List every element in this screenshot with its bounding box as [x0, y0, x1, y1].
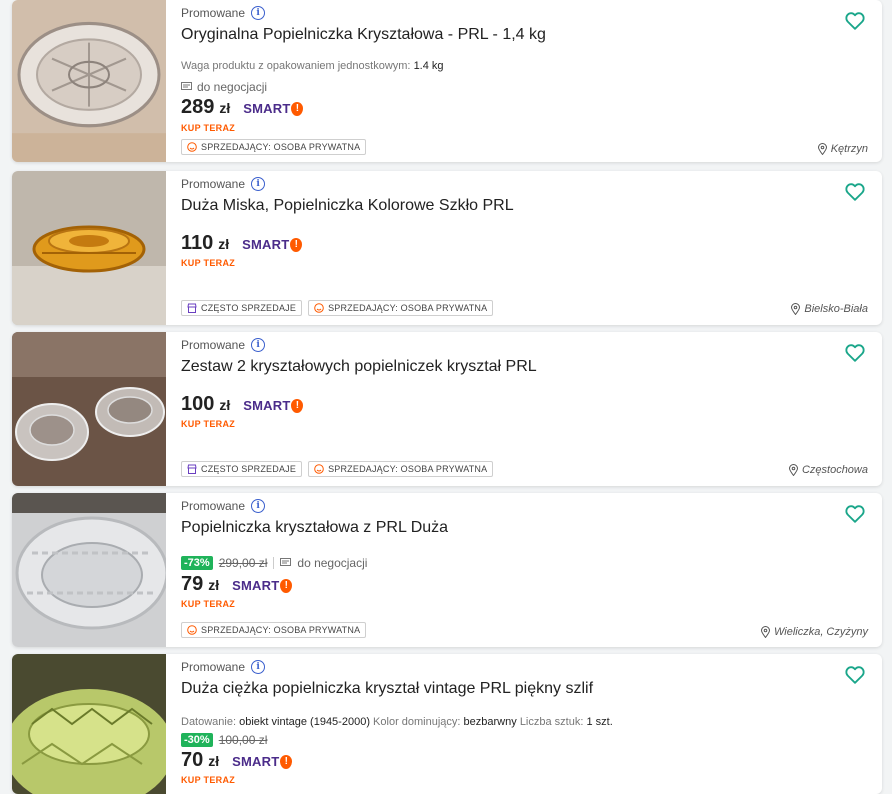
smiley-icon — [187, 142, 197, 152]
smart-icon: ! — [290, 237, 303, 252]
listing-card[interactable]: Promowane i Oryginalna Popielniczka Krys… — [12, 0, 882, 162]
heart-outline-icon[interactable] — [844, 503, 866, 525]
buy-now-label: KUP TERAZ — [181, 123, 236, 133]
location: Bielsko-Biała — [791, 303, 868, 315]
smart-badge: SMART! — [243, 398, 304, 413]
seller-tags: SPRZEDAJĄCY: OSOBA PRYWATNA — [181, 139, 367, 155]
price: 289 — [181, 96, 215, 118]
listing-image[interactable] — [12, 171, 166, 325]
promoted-label: Promowane i — [181, 338, 266, 352]
price-row: 289 zł SMART! — [181, 96, 304, 119]
smart-badge: SMART! — [242, 237, 303, 252]
promoted-label: Promowane i — [181, 499, 266, 513]
currency: zł — [208, 753, 220, 769]
listing-title[interactable]: Popielniczka kryształowa z PRL Duża — [181, 519, 448, 537]
listing-card[interactable]: Promowane i Popielniczka kryształowa z P… — [12, 493, 882, 647]
often-sells-tag: CZĘSTO SPRZEDAJE — [181, 300, 303, 316]
buy-now-label: KUP TERAZ — [181, 419, 236, 429]
location: Częstochowa — [788, 464, 868, 476]
price: 110 — [181, 232, 214, 254]
heart-outline-icon[interactable] — [844, 342, 866, 364]
price-row: 110 zł SMART! — [181, 232, 303, 255]
price: 79 — [181, 573, 204, 595]
listing-image[interactable] — [12, 332, 166, 486]
shop-icon — [187, 303, 197, 313]
price-row: 100 zł SMART! — [181, 393, 304, 416]
listing-title[interactable]: Duża ciężka popielniczka kryształ vintag… — [181, 680, 593, 698]
listing-card[interactable]: Promowane i Duża ciężka popielniczka kry… — [12, 654, 882, 794]
listing-params: Waga produktu z opakowaniem jednostkowym… — [181, 60, 444, 72]
listing-card[interactable]: Promowane i Zestaw 2 kryształowych popie… — [12, 332, 882, 486]
promoted-label: Promowane i — [181, 177, 266, 191]
price: 70 — [181, 749, 204, 771]
map-pin-icon — [791, 303, 801, 315]
location: Kętrzyn — [817, 143, 868, 155]
info-icon[interactable]: i — [251, 499, 266, 513]
discount-row: -73% 299,00 zł do negocjacji — [181, 556, 367, 570]
private-seller-tag: SPRZEDAJĄCY: OSOBA PRYWATNA — [308, 461, 494, 477]
price: 100 — [181, 393, 215, 415]
currency: zł — [219, 100, 231, 116]
seller-tags: CZĘSTO SPRZEDAJE SPRZEDAJĄCY: OSOBA PRYW… — [181, 461, 494, 477]
discount-row: -30% 100,00 zł — [181, 733, 267, 747]
price-row: 79 zł SMART! — [181, 573, 293, 596]
negotiation-label: do negocjacji — [181, 80, 267, 94]
buy-now-label: KUP TERAZ — [181, 775, 236, 785]
promoted-label: Promowane i — [181, 6, 266, 20]
seller-tags: CZĘSTO SPRZEDAJE SPRZEDAJĄCY: OSOBA PRYW… — [181, 300, 494, 316]
smart-icon: ! — [280, 578, 293, 593]
map-pin-icon — [760, 626, 770, 638]
location: Wieliczka, Czyżyny — [760, 626, 868, 638]
discount-badge: -73% — [181, 556, 213, 570]
chat-icon — [280, 558, 292, 566]
often-sells-tag: CZĘSTO SPRZEDAJE — [181, 461, 303, 477]
smart-badge: SMART! — [232, 754, 293, 769]
promoted-label: Promowane i — [181, 660, 266, 674]
listing-card[interactable]: Promowane i Duża Miska, Popielniczka Kol… — [12, 171, 882, 325]
listing-params: Datowanie: obiekt vintage (1945-2000) Ko… — [181, 716, 613, 728]
private-seller-tag: SPRZEDAJĄCY: OSOBA PRYWATNA — [308, 300, 494, 316]
listing-title[interactable]: Duża Miska, Popielniczka Kolorowe Szkło … — [181, 197, 514, 215]
chat-icon — [181, 82, 192, 90]
map-pin-icon — [788, 464, 798, 476]
buy-now-label: KUP TERAZ — [181, 258, 236, 268]
divider — [273, 557, 275, 569]
listing-image[interactable] — [12, 0, 166, 162]
private-seller-tag: SPRZEDAJĄCY: OSOBA PRYWATNA — [181, 139, 367, 155]
smart-badge: SMART! — [243, 101, 304, 116]
info-icon[interactable]: i — [251, 338, 266, 352]
smart-badge: SMART! — [232, 578, 293, 593]
old-price: 299,00 zł — [218, 556, 268, 570]
listing-title[interactable]: Zestaw 2 kryształowych popielniczek krys… — [181, 358, 537, 376]
smart-icon: ! — [291, 101, 304, 116]
private-seller-tag: SPRZEDAJĄCY: OSOBA PRYWATNA — [181, 622, 367, 638]
currency: zł — [208, 577, 220, 593]
info-icon[interactable]: i — [251, 6, 266, 20]
heart-outline-icon[interactable] — [844, 10, 866, 32]
buy-now-label: KUP TERAZ — [181, 599, 236, 609]
currency: zł — [218, 236, 230, 252]
smiley-icon — [187, 625, 197, 635]
listing-image[interactable] — [12, 493, 166, 647]
heart-outline-icon[interactable] — [844, 664, 866, 686]
info-icon[interactable]: i — [251, 177, 266, 191]
seller-tags: SPRZEDAJĄCY: OSOBA PRYWATNA — [181, 622, 367, 638]
old-price: 100,00 zł — [218, 733, 268, 747]
listing-image[interactable] — [12, 654, 166, 794]
smart-icon: ! — [280, 754, 293, 769]
listing-title[interactable]: Oryginalna Popielniczka Kryształowa - PR… — [181, 26, 546, 44]
discount-badge: -30% — [181, 733, 213, 747]
price-row: 70 zł SMART! — [181, 749, 293, 772]
smiley-icon — [314, 464, 324, 474]
negotiation-label: do negocjacji — [297, 556, 368, 570]
smiley-icon — [314, 303, 324, 313]
currency: zł — [219, 397, 231, 413]
map-pin-icon — [817, 143, 827, 155]
shop-icon — [187, 464, 197, 474]
smart-icon: ! — [291, 398, 304, 413]
info-icon[interactable]: i — [251, 660, 266, 674]
heart-outline-icon[interactable] — [844, 181, 866, 203]
